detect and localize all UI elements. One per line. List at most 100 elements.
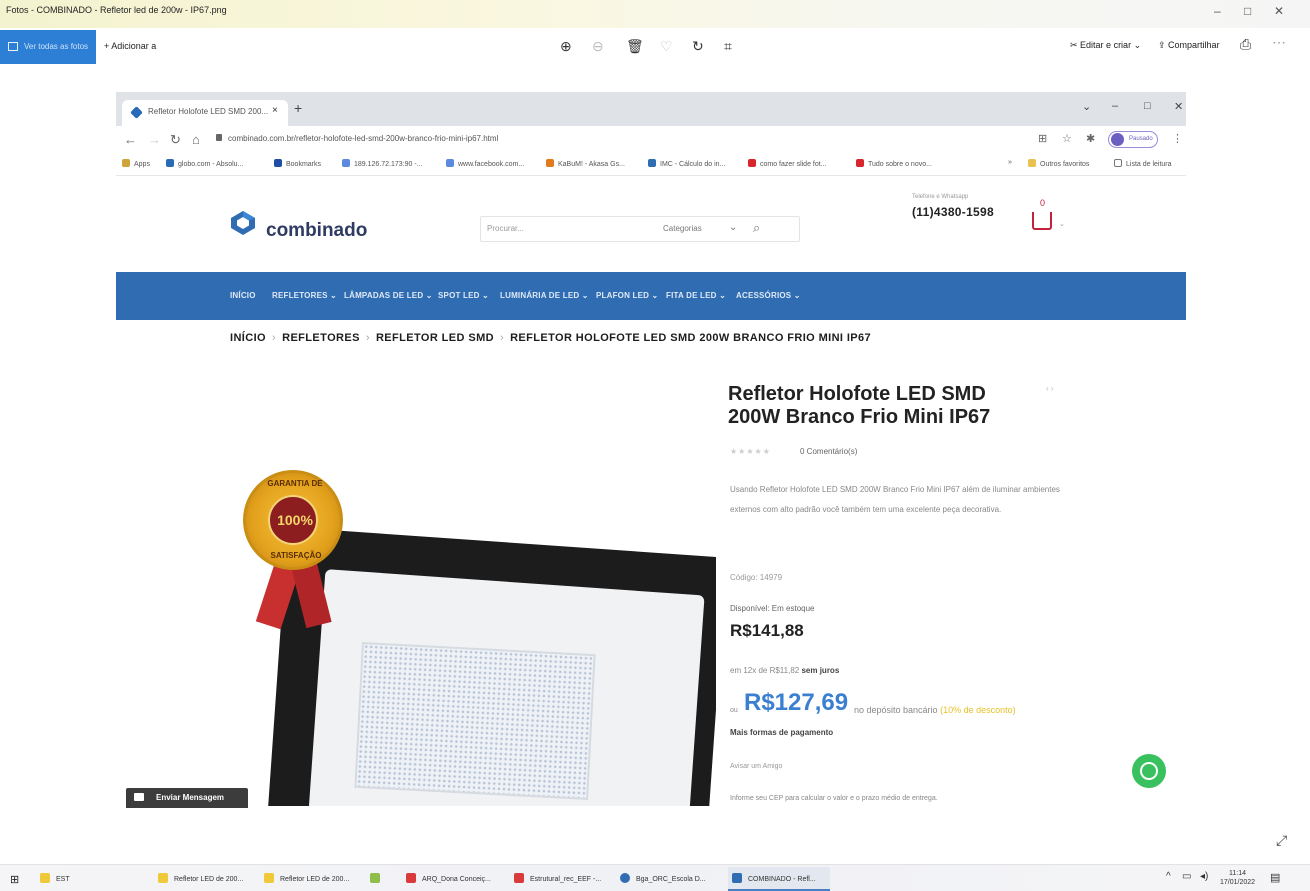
notifications-icon[interactable]: ▤ [1270, 871, 1280, 884]
expand-icon[interactable]: ⤢ [1276, 832, 1287, 849]
taskbar-app-icon[interactable] [370, 873, 386, 883]
bookmark-item[interactable]: como fazer slide fot... [748, 159, 827, 168]
photos-icon [732, 873, 742, 883]
browser-maximize-button[interactable]: □ [1144, 100, 1151, 112]
combinado-logo-icon[interactable] [230, 210, 256, 236]
cart-icon[interactable]: 0 [1032, 198, 1052, 230]
categories-select[interactable]: Categorias [663, 224, 702, 233]
avatar [1111, 133, 1124, 146]
tell-a-friend-link[interactable]: Avisar um Amigo [730, 763, 782, 770]
home-icon[interactable]: ⌂ [192, 132, 200, 147]
nav-inicio[interactable]: INÍCIO [230, 291, 256, 300]
bookmark-item[interactable]: Tudo sobre o novo... [856, 159, 932, 168]
start-icon[interactable]: ⊞ [10, 873, 19, 886]
new-tab-button[interactable]: + [294, 100, 302, 116]
rotate-icon[interactable]: ↻ [692, 38, 704, 55]
tray-chevron-icon[interactable]: ^ [1166, 871, 1171, 882]
bookmark-item[interactable]: globo.com - Absolu... [166, 159, 243, 168]
nav-lampadas[interactable]: LÂMPADAS DE LED ⌄ [344, 291, 433, 300]
search-icon[interactable]: ⌕ [753, 220, 760, 236]
taskbar-item-label: Bga_ORC_Escola D... [636, 876, 706, 883]
search-input[interactable]: Procurar... [487, 224, 524, 233]
close-button[interactable]: ✕ [1274, 4, 1284, 18]
other-favorites[interactable]: Outros favoritos [1028, 159, 1089, 168]
zoom-out-icon[interactable]: ⊖ [592, 38, 604, 55]
bookmark-apps[interactable]: Apps [122, 159, 150, 168]
reload-icon[interactable]: ↻ [170, 132, 181, 148]
installments-text: em 12x de R$11,82 [730, 666, 800, 675]
url-field[interactable]: combinado.com.br/refletor-holofote-led-s… [216, 134, 498, 143]
bookmark-item[interactable]: 189.126.72.173:90 -... [342, 159, 423, 168]
install-icon[interactable]: ⊞ [1038, 132, 1047, 145]
taskbar-item-active[interactable]: COMBINADO - Refl... [732, 873, 816, 883]
maximize-button[interactable]: □ [1244, 4, 1251, 18]
whatsapp-icon[interactable] [1132, 754, 1166, 788]
taskbar-item[interactable]: Bga_ORC_Escola D... [620, 873, 706, 883]
tab-close-icon[interactable]: × [272, 105, 278, 116]
nav-spot-led[interactable]: SPOT LED ⌄ [438, 291, 489, 300]
send-message-button[interactable]: Enviar Mensagem [126, 788, 248, 808]
tray-volume-icon[interactable]: ◂) [1200, 871, 1208, 882]
reading-list[interactable]: Lista de leitura [1114, 159, 1172, 168]
nav-fita[interactable]: FITA DE LED ⌄ [666, 291, 726, 300]
taskbar-search[interactable]: EST [40, 873, 70, 883]
forward-icon[interactable]: → [148, 132, 161, 147]
reviews-link[interactable]: 0 Comentário(s) [800, 447, 857, 456]
star-icon [274, 159, 282, 167]
breadcrumb-item[interactable]: REFLETORES [282, 332, 360, 344]
bookmark-item[interactable]: Bookmarks [274, 159, 321, 168]
browser-menu-icon[interactable]: ⋮ [1172, 132, 1183, 145]
print-icon[interactable]: ⎙ [1240, 36, 1251, 53]
tab-search-icon[interactable]: ⌄ [1082, 100, 1091, 113]
rating-stars[interactable]: ★★★★★ [730, 447, 771, 456]
edit-create-button[interactable]: ✂ Editar e criar ⌄ [1070, 40, 1141, 51]
back-icon[interactable]: ← [124, 132, 137, 147]
share-label: Compartilhar [1168, 40, 1220, 50]
nav-refletores[interactable]: REFLETORES ⌄ [272, 291, 337, 300]
chevron-down-icon[interactable]: ⌄ [729, 222, 737, 233]
add-to-button[interactable]: + Adicionar a [104, 41, 156, 51]
address-bar-row: ← → ↻ ⌂ combinado.com.br/refletor-holofo… [116, 126, 1186, 154]
see-all-photos-button[interactable]: Ver todas as fotos [0, 30, 96, 64]
zoom-in-icon[interactable]: ⊕ [560, 38, 572, 55]
seal-bottom-text: SATISFAÇÃO [270, 551, 322, 560]
tray-network-icon[interactable]: ▭ [1182, 871, 1191, 882]
bookmark-item[interactable]: KaBuM! - Akasa Gs... [546, 159, 625, 168]
nav-luminaria[interactable]: LUMINÁRIA DE LED ⌄ [500, 291, 589, 300]
browser-minimize-button[interactable]: – [1112, 100, 1118, 112]
site-logo-text[interactable]: combinado [266, 220, 367, 242]
extensions-icon[interactable]: ✱ [1086, 132, 1095, 145]
taskbar-item[interactable]: Estrutural_rec_EEF -... [514, 873, 601, 883]
discount-price: R$127,69 [744, 689, 849, 716]
browser-close-button[interactable]: ✕ [1174, 100, 1183, 113]
more-icon[interactable]: ⋯ [1272, 34, 1286, 51]
more-payment-link[interactable]: Mais formas de pagamento [730, 728, 833, 737]
bookmark-item[interactable]: IMC - Cálculo do in... [648, 159, 725, 168]
bookmarks-overflow-icon[interactable]: » [1008, 159, 1012, 166]
share-button[interactable]: ⇪ Compartilhar [1158, 40, 1220, 51]
taskbar-item[interactable]: Refletor LED de 200... [158, 873, 243, 883]
bookmark-label: Apps [134, 161, 150, 168]
product-image[interactable]: GARANTIA DE 100% SATISFAÇÃO [126, 382, 716, 806]
breadcrumb-separator: › [365, 332, 370, 344]
cart-chevron-icon[interactable]: ⌄ [1059, 220, 1065, 228]
browser-tab[interactable]: Refletor Holofote LED SMD 200... × [122, 100, 288, 126]
bookmark-star-icon[interactable]: ☆ [1062, 132, 1072, 145]
taskbar-item[interactable]: ARQ_Dona Conceiç... [406, 873, 491, 883]
taskbar-item[interactable]: Refletor LED de 200... [264, 873, 349, 883]
taskbar-clock[interactable]: 11:14 17/01/2022 [1220, 869, 1255, 887]
bookmark-item[interactable]: www.facebook.com... [446, 159, 524, 168]
cart-count: 0 [1040, 198, 1046, 208]
delete-icon[interactable]: 🗑 [626, 38, 644, 55]
profile-button[interactable]: Pausado [1108, 131, 1158, 148]
minimize-button[interactable]: – [1214, 4, 1221, 18]
nav-plafon[interactable]: PLAFON LED ⌄ [596, 291, 658, 300]
favorite-icon[interactable]: ♡ [660, 38, 673, 55]
nav-acessorios[interactable]: ACESSÓRIOS ⌄ [736, 291, 801, 300]
breadcrumb-item[interactable]: REFLETOR LED SMD [376, 332, 494, 344]
bookmark-label: 189.126.72.173:90 -... [354, 161, 423, 168]
breadcrumb-item[interactable]: INÍCIO [230, 332, 266, 344]
phone-number[interactable]: (11)4380-1598 [912, 205, 994, 219]
product-prev-next[interactable]: ‹ › [1046, 384, 1054, 393]
crop-icon[interactable]: ⌗ [724, 38, 732, 55]
